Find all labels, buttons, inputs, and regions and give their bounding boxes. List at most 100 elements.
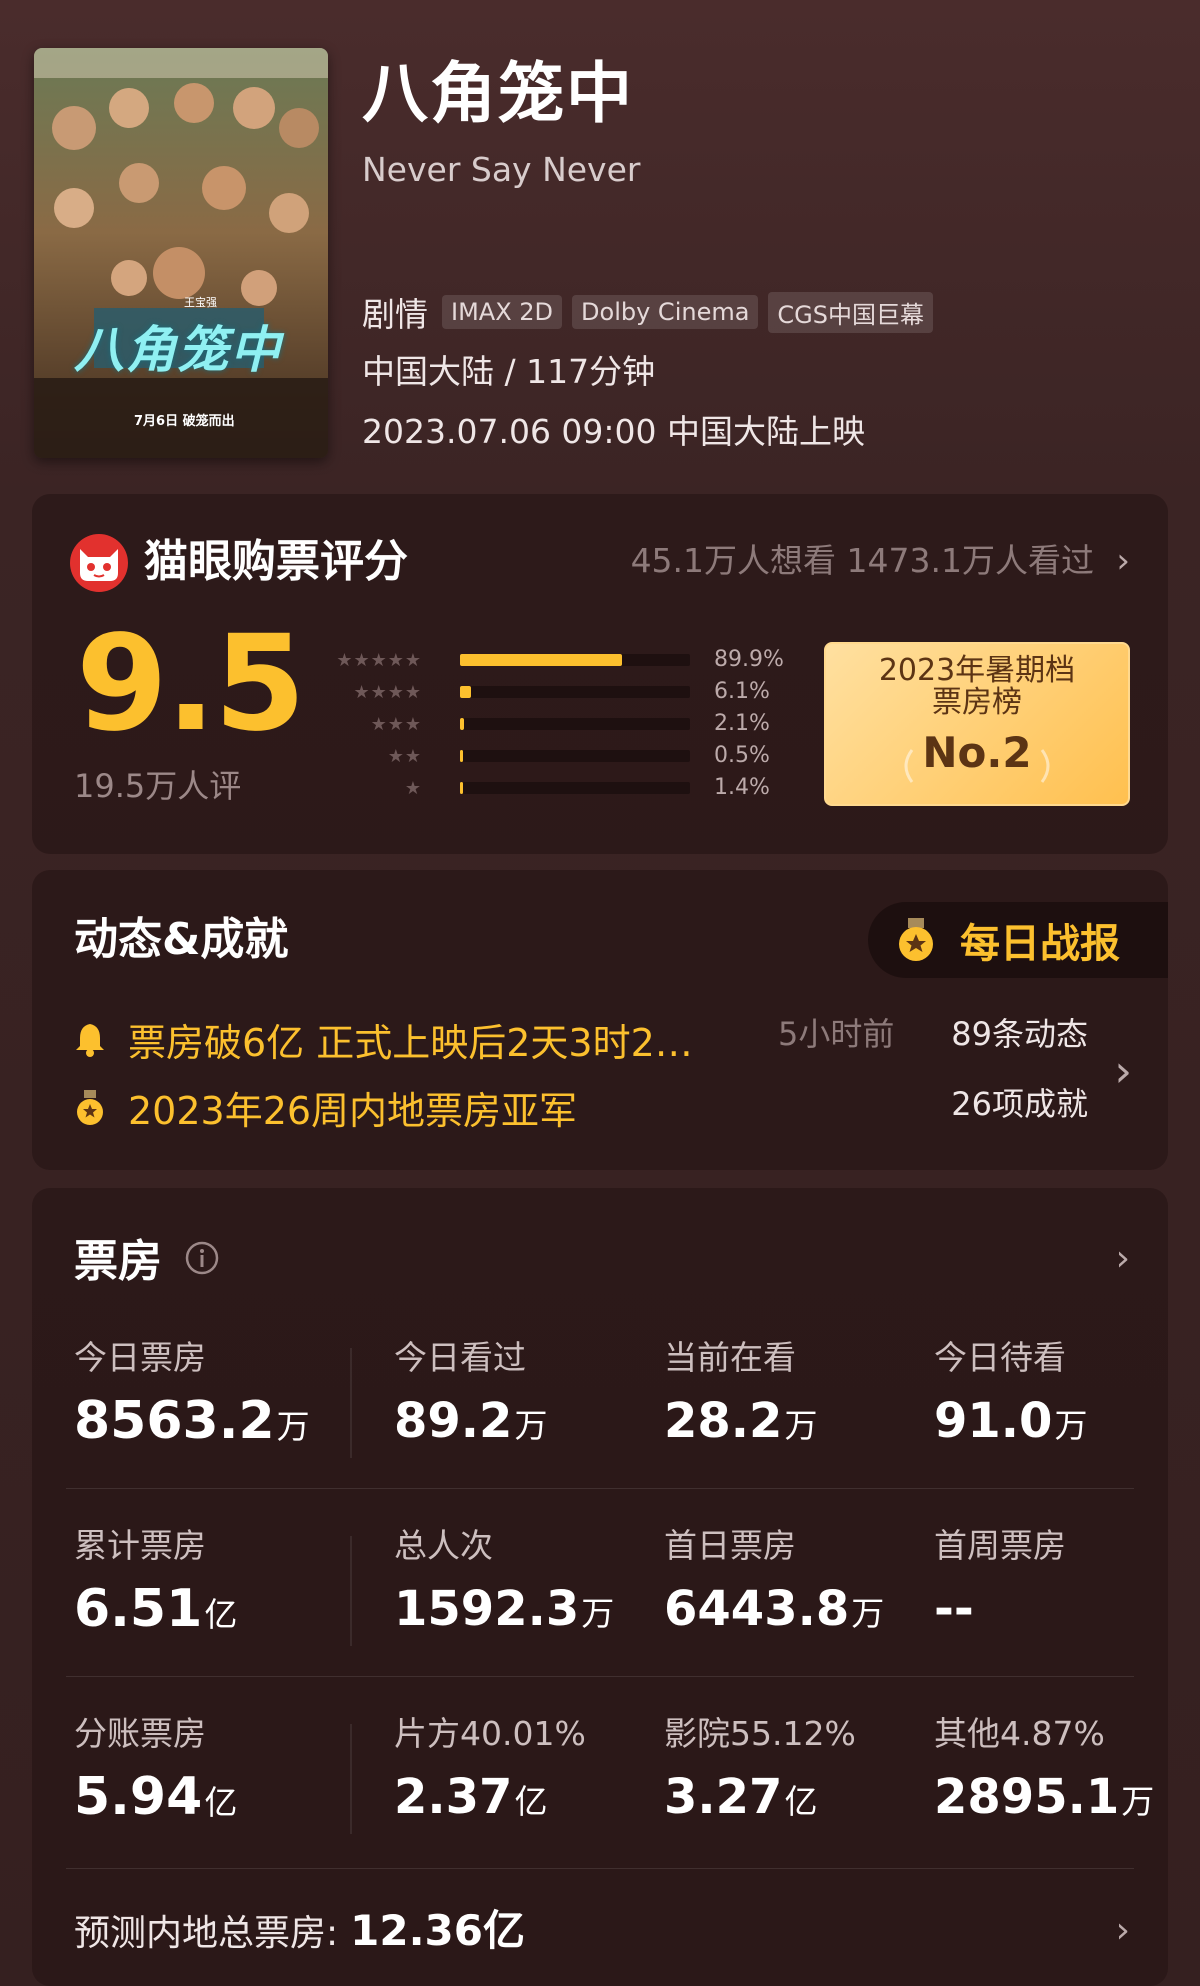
stat-value: 2.37 [394, 1769, 513, 1825]
genre-label: 剧情 [362, 295, 428, 334]
stat-label: 今日票房 [74, 1338, 206, 1377]
stat-split-box-office: 分账票房 5.94亿 [74, 1712, 237, 1834]
news-count[interactable]: 89条动态 [951, 1012, 1088, 1056]
distribution-bar [460, 686, 690, 698]
stat-unit: 亿 [204, 1783, 238, 1822]
chevron-right-icon[interactable]: › [1116, 538, 1130, 584]
star-icons: ★★ [387, 746, 422, 767]
poster-release-note: 7月6日 破笼而出 [134, 414, 235, 429]
stat-total-box-office: 累计票房 6.51亿 [74, 1524, 237, 1646]
star-icons: ★★★★ [353, 682, 422, 703]
medal-icon [77, 1089, 103, 1125]
news-time: 5小时前 [778, 1015, 895, 1053]
stat-unit: 万 [851, 1594, 885, 1633]
stat-label: 分账票房 [74, 1714, 206, 1753]
stat-value: 5.94 [74, 1767, 203, 1827]
stat-value: 3.27 [664, 1769, 783, 1825]
movie-poster[interactable]: 八角笼中 7月6日 破笼而出 王宝强 [34, 48, 328, 458]
forecast-label: 预测内地总票房: [74, 1913, 339, 1954]
distribution-percent: 6.1% [714, 679, 770, 704]
distribution-percent: 0.5% [714, 743, 770, 768]
stat-unit: 亿 [204, 1595, 238, 1634]
distribution-bar-fill [460, 654, 622, 666]
stat-value: 89.2 [394, 1393, 513, 1449]
stat-label: 首周票房 [934, 1526, 1066, 1565]
column-divider [350, 1348, 352, 1458]
movie-header: 八角笼中 7月6日 破笼而出 王宝强 八角笼中 Never Say Never … [34, 48, 1164, 468]
stat-unit: 亿 [784, 1782, 818, 1821]
stat-other-share: 其他4.87% 2895.1万 [934, 1712, 1154, 1833]
stat-label: 总人次 [394, 1526, 493, 1565]
star-icons: ★★★★★ [336, 650, 422, 671]
stat-label: 今日看过 [394, 1338, 526, 1377]
star-icons: ★★★ [370, 714, 422, 735]
stat-value: 28.2 [664, 1393, 783, 1449]
distribution-bar-fill [460, 686, 471, 698]
news-row[interactable]: 票房破6亿 正式上映后2天3时2… [74, 1012, 693, 1067]
achievement-count[interactable]: 26项成就 [951, 1082, 1088, 1126]
news-text: 票房破6亿 正式上映后2天3时2… [128, 1021, 693, 1065]
box-office-title: 票房 [74, 1236, 162, 1287]
stat-total-admissions: 总人次 1592.3万 [394, 1524, 614, 1645]
stat-unit: 万 [1054, 1406, 1088, 1445]
info-icon[interactable] [184, 1240, 220, 1276]
distribution-row: ★★ 0.5% [294, 742, 794, 774]
daily-report-label: 每日战报 [960, 921, 1120, 967]
chevron-right-icon[interactable]: › [1116, 1906, 1130, 1956]
box-office-card: 票房 › 今日票房 8563.2万 今日看过 89.2万 当前在看 28.2万 … [32, 1188, 1168, 1986]
rating-card: 猫眼购票评分 45.1万人想看 1473.1万人看过 › 9.5 19.5万人评… [32, 494, 1168, 854]
rating-score: 9.5 [76, 607, 306, 761]
stat-cinema-share: 影院55.12% 3.27亿 [664, 1712, 856, 1833]
stat-first-day: 首日票房 6443.8万 [664, 1524, 884, 1645]
stat-unit: 万 [276, 1407, 310, 1446]
row-divider [66, 1868, 1134, 1869]
distribution-percent: 2.1% [714, 711, 770, 736]
distribution-row: ★ 1.4% [294, 774, 794, 806]
rating-title: 猫眼购票评分 [144, 536, 408, 587]
chevron-right-icon[interactable]: › [1114, 1046, 1132, 1097]
release-date: 2023.07.06 09:00 中国大陆上映 [362, 412, 866, 451]
distribution-row: ★★★★ 6.1% [294, 678, 794, 710]
distribution-bar [460, 654, 690, 666]
stat-label: 影院55.12% [664, 1714, 856, 1753]
distribution-row: ★★★ 2.1% [294, 710, 794, 742]
rating-count: 19.5万人评 [74, 767, 242, 805]
column-divider [350, 1724, 352, 1834]
stat-value: -- [934, 1581, 974, 1637]
achievement-row[interactable]: 2023年26周内地票房亚军 [74, 1080, 577, 1135]
daily-report-button[interactable]: 每日战报 [868, 902, 1168, 978]
region-duration: 中国大陆 / 117分钟 [362, 352, 656, 391]
stat-unit: 亿 [514, 1782, 548, 1821]
bell-icon [76, 1023, 104, 1057]
stat-label: 片方40.01% [394, 1714, 586, 1753]
badge-list: 票房榜 [932, 685, 1022, 720]
distribution-percent: 89.9% [714, 647, 784, 672]
poster-title-art: 八角笼中 [74, 321, 282, 379]
row-divider [66, 1488, 1134, 1489]
badge-rank: No.2 [922, 728, 1032, 777]
stat-value: 6.51 [74, 1579, 203, 1639]
summer-box-office-badge[interactable]: 2023年暑期档 票房榜 No.2 [824, 642, 1130, 806]
stat-unit: 万 [581, 1594, 615, 1633]
dynamics-title: 动态&成就 [74, 914, 289, 965]
stat-value: 2895.1 [934, 1769, 1120, 1825]
distribution-bar [460, 750, 690, 762]
laurel-right-icon [1040, 749, 1050, 783]
stat-value: 6443.8 [664, 1581, 850, 1637]
want-watched-summary[interactable]: 45.1万人想看 1473.1万人看过 [631, 538, 1094, 584]
chevron-right-icon[interactable]: › [1116, 1238, 1130, 1279]
stat-producer-share: 片方40.01% 2.37亿 [394, 1712, 586, 1833]
movie-title-en: Never Say Never [362, 150, 641, 189]
stat-first-week: 首周票房 -- [934, 1524, 1066, 1645]
stat-value: 8563.2 [74, 1391, 275, 1451]
star-icons: ★ [404, 778, 422, 799]
maoyan-cat-icon [70, 534, 128, 592]
stat-label: 其他4.87% [934, 1714, 1105, 1753]
stat-today-box-office: 今日票房 8563.2万 [74, 1336, 310, 1458]
stat-unit: 万 [1121, 1782, 1155, 1821]
distribution-bar [460, 782, 690, 794]
stat-label: 累计票房 [74, 1526, 206, 1565]
forecast-row[interactable]: 预测内地总票房: 12.36亿 [74, 1906, 525, 1959]
stat-now-watching: 当前在看 28.2万 [664, 1336, 817, 1457]
stat-unit: 万 [514, 1406, 548, 1445]
